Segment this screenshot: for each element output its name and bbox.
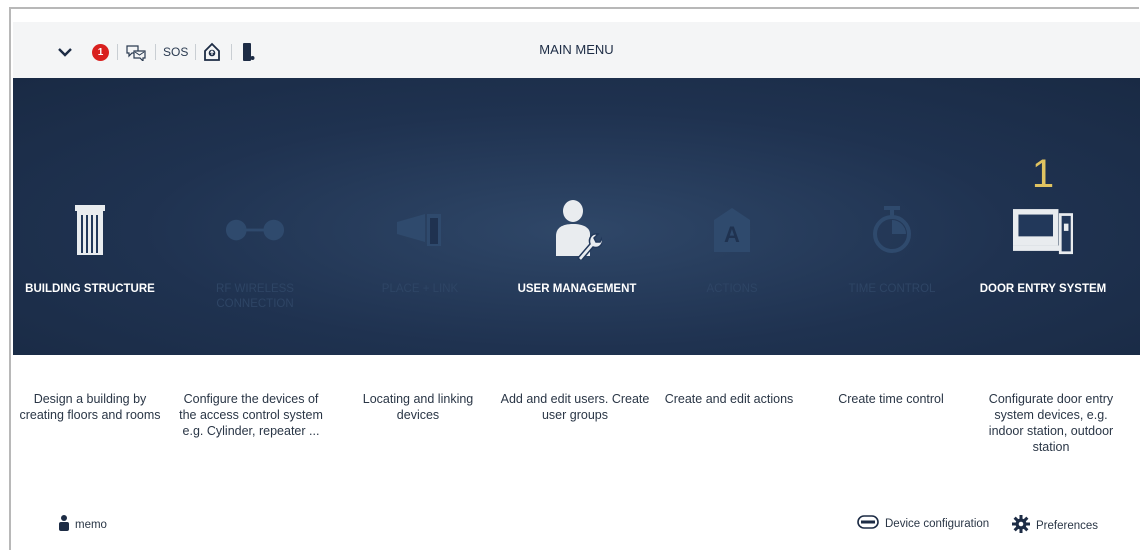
page-title: MAIN MENU bbox=[539, 42, 614, 57]
menu-time-control[interactable]: TIME CONTROL bbox=[817, 78, 967, 355]
menu-building-structure[interactable]: BUILDING STRUCTURE bbox=[15, 78, 165, 355]
preferences-label: Preferences bbox=[1036, 519, 1099, 532]
link-icon bbox=[225, 200, 285, 260]
actions-icon: A bbox=[702, 200, 762, 260]
menu-rf-wireless-connection[interactable]: RF WIRELESS CONNECTION bbox=[180, 78, 330, 355]
current-user[interactable]: memo bbox=[59, 515, 107, 534]
menu-actions[interactable]: A ACTIONS bbox=[657, 78, 807, 355]
menu-description: Add and edit users. Create user groups bbox=[500, 392, 650, 422]
place-link-icon bbox=[390, 200, 450, 260]
top-bar: 1 SOS MAIN MENU bbox=[13, 22, 1140, 78]
menu-description: Configurate door entry system devices, e… bbox=[988, 392, 1114, 454]
menu-label: PLACE + LINK bbox=[381, 283, 459, 295]
user-name: memo bbox=[75, 518, 107, 531]
menu-label: ACTIONS bbox=[706, 283, 758, 295]
menu-description: Configure the devices of the access cont… bbox=[179, 392, 323, 438]
menu-place-link[interactable]: PLACE + LINK bbox=[345, 78, 495, 355]
device-configuration-button[interactable]: Device configuration bbox=[857, 515, 989, 532]
gear-icon bbox=[1012, 515, 1030, 536]
menu-description: Create time control bbox=[838, 392, 944, 406]
menu-label: USER MANAGEMENT bbox=[517, 283, 637, 295]
device-config-icon bbox=[857, 515, 879, 532]
menu-door-entry-system[interactable]: 1 DOOR ENTRY SYSTEM bbox=[968, 78, 1118, 355]
stopwatch-icon bbox=[862, 200, 922, 260]
menu-description: Design a building by creating floors and… bbox=[19, 392, 161, 422]
app-window: 1 SOS MAIN MENU BUILDING STRUCTURE RF WI… bbox=[9, 7, 1140, 550]
door-entry-icon bbox=[1013, 200, 1073, 260]
svg-text:A: A bbox=[724, 222, 740, 247]
menu-label: DOOR ENTRY SYSTEM bbox=[979, 283, 1107, 295]
user-icon bbox=[59, 515, 69, 534]
menu-description: Locating and linking devices bbox=[362, 392, 474, 422]
main-menu-banner: BUILDING STRUCTURE RF WIRELESS CONNECTIO… bbox=[13, 78, 1140, 355]
device-config-label: Device configuration bbox=[885, 517, 990, 530]
menu-label: TIME CONTROL bbox=[848, 283, 936, 295]
menu-description: Create and edit actions bbox=[664, 392, 794, 406]
door-entry-count: 1 bbox=[1031, 152, 1055, 196]
preferences-button[interactable]: Preferences bbox=[1012, 515, 1098, 536]
building-icon bbox=[60, 200, 120, 260]
menu-label: BUILDING STRUCTURE bbox=[25, 283, 155, 295]
menu-label: RF WIRELESS CONNECTION bbox=[216, 283, 294, 310]
menu-user-management[interactable]: USER MANAGEMENT bbox=[502, 78, 652, 355]
user-wrench-icon bbox=[547, 200, 607, 260]
